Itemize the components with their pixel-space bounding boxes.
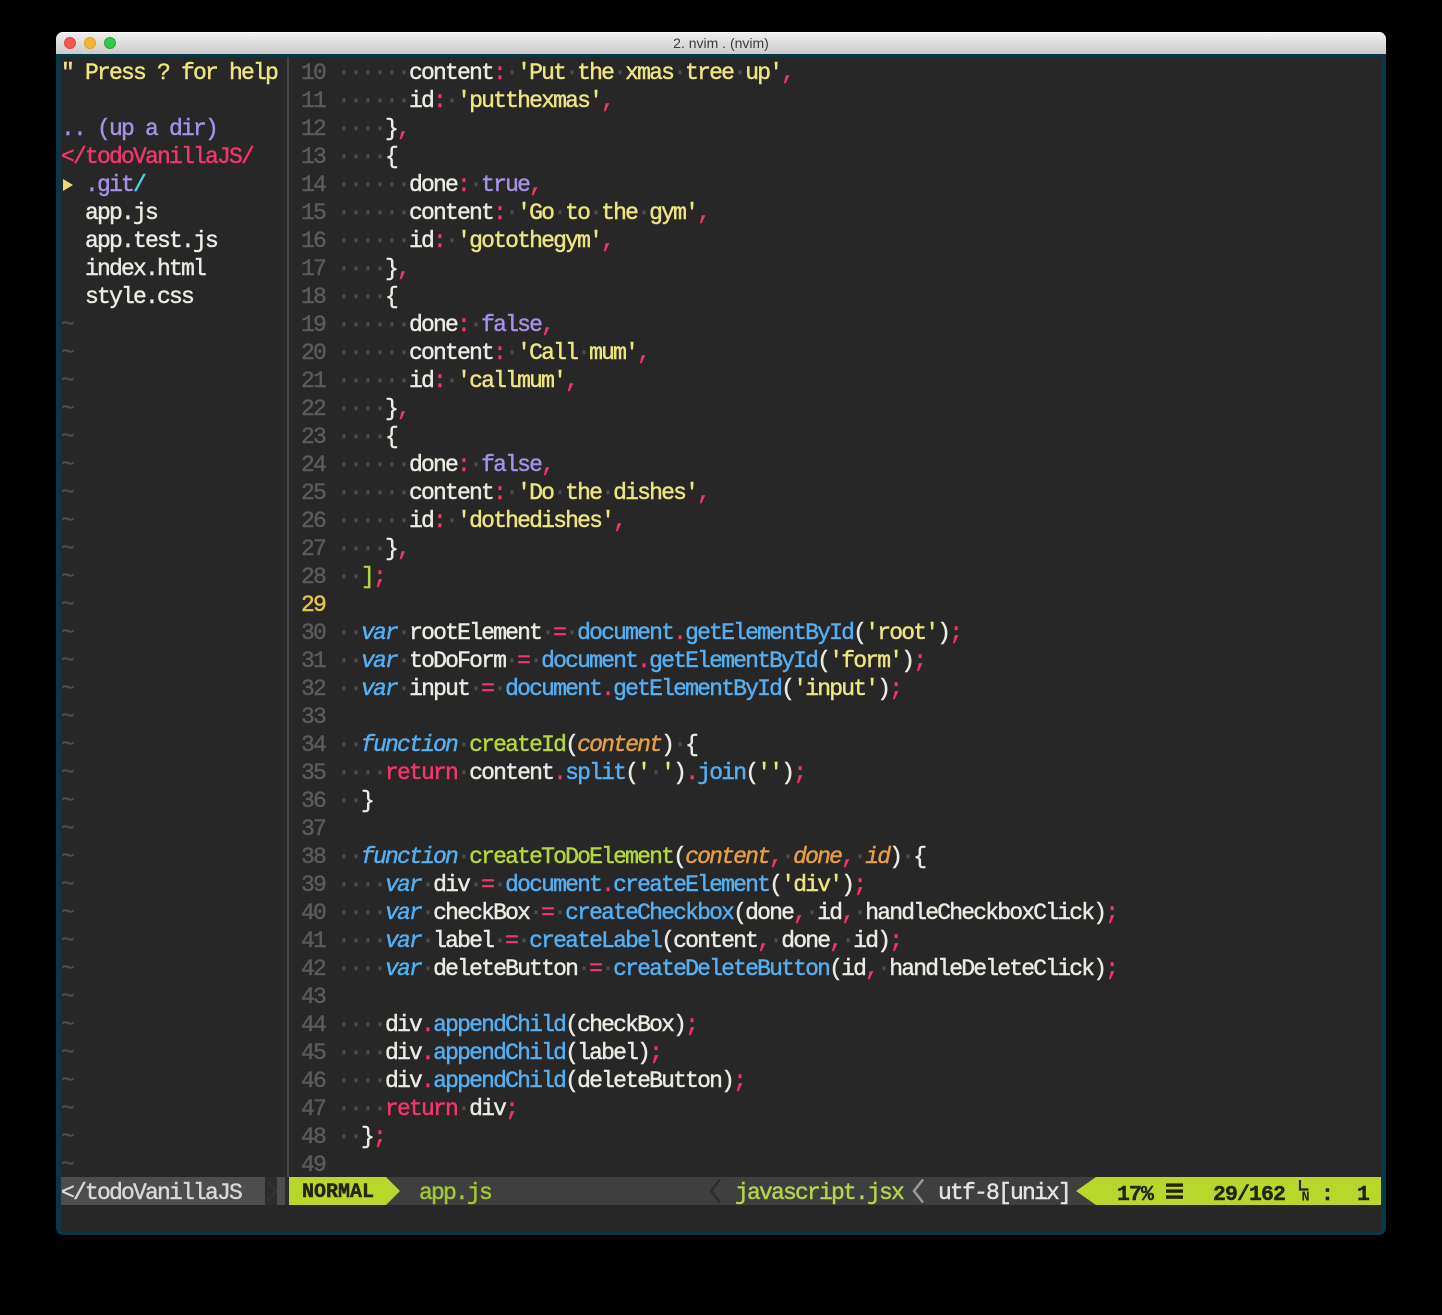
svg-text:N: N: [1302, 1191, 1310, 1205]
